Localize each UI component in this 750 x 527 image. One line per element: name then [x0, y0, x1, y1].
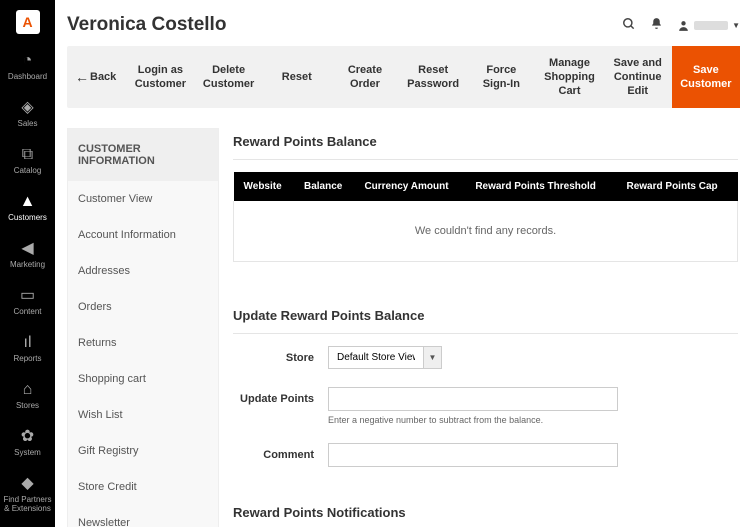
balance-table: WebsiteBalanceCurrency AmountReward Poin… [233, 172, 738, 262]
nav-icon: ▲ [2, 193, 53, 211]
nav-icon: ıl [2, 334, 53, 352]
toolbar: ← Back Login as CustomerDelete CustomerR… [67, 46, 740, 108]
page-header: Veronica Costello ▼ [67, 0, 740, 46]
sidebar-item-customer-view[interactable]: Customer View [68, 181, 218, 217]
account-menu[interactable]: ▼ [677, 19, 740, 32]
nav-label: Reports [2, 354, 53, 363]
main-panel: Reward Points Balance WebsiteBalanceCurr… [233, 128, 740, 527]
back-arrow-icon: ← [75, 69, 89, 85]
nav-icon: ◔ [2, 52, 53, 70]
nav-icon: ◀ [2, 240, 53, 258]
chevron-down-icon: ▼ [732, 21, 740, 30]
nav-label: Dashboard [2, 72, 53, 81]
app-logo[interactable]: A [16, 10, 40, 34]
section-update-title: Update Reward Points Balance [233, 302, 738, 334]
update-points-hint: Enter a negative number to subtract from… [328, 415, 738, 425]
save-customer-button[interactable]: Save Customer [672, 46, 740, 108]
nav-icon: ⧉ [2, 146, 53, 164]
user-icon [677, 19, 690, 32]
sidebar-item-wish-list[interactable]: Wish List [68, 397, 218, 433]
search-icon[interactable] [622, 17, 636, 34]
nav-label: Customers [2, 213, 53, 222]
store-label: Store [233, 346, 328, 364]
nav-label: Content [2, 307, 53, 316]
sidebar-item-orders[interactable]: Orders [68, 289, 218, 325]
nav-label: Sales [2, 119, 53, 128]
nav-item-system[interactable]: ✿ System [0, 420, 55, 467]
save-and-continue-edit-button[interactable]: Save and Continue Edit [604, 46, 672, 108]
nav-item-sales[interactable]: ◈ Sales [0, 91, 55, 138]
nav-item-content[interactable]: ▭ Content [0, 279, 55, 326]
nav-item-customers[interactable]: ▲ Customers [0, 185, 55, 232]
create-order-button[interactable]: Create Order [331, 46, 399, 108]
page-title: Veronica Costello [67, 14, 622, 36]
col-balance: Balance [294, 172, 354, 201]
main-nav: A ◔ Dashboard ◈ Sales ⧉ Catalog ▲ Customers ◀ Mar… [0, 0, 55, 527]
store-select[interactable]: ▼ [328, 346, 442, 369]
update-points-label: Update Points [233, 387, 328, 405]
nav-item-dashboard[interactable]: ◔ Dashboard [0, 44, 55, 91]
comment-input[interactable] [328, 443, 618, 467]
content: CUSTOMER INFORMATION Customer ViewAccoun… [67, 128, 740, 527]
sidebar-item-shopping-cart[interactable]: Shopping cart [68, 361, 218, 397]
nav-items: ◔ Dashboard ◈ Sales ⧉ Catalog ▲ Customers ◀ Marke… [0, 44, 55, 523]
update-points-input[interactable] [328, 387, 618, 411]
sidebar-item-store-credit[interactable]: Store Credit [68, 469, 218, 505]
notifications-icon[interactable] [650, 17, 663, 33]
nav-label: Stores [2, 401, 53, 410]
balance-empty: We couldn't find any records. [234, 201, 738, 262]
nav-icon: ✿ [2, 428, 53, 446]
section-balance-title: Reward Points Balance [233, 128, 738, 160]
nav-label: Catalog [2, 166, 53, 175]
nav-item-marketing[interactable]: ◀ Marketing [0, 232, 55, 279]
store-select-value [329, 347, 423, 368]
page: Veronica Costello ▼ ← Back Login as Cust… [55, 0, 750, 527]
username-placeholder [694, 21, 728, 30]
manage-shopping-cart-button[interactable]: Manage Shopping Cart [535, 46, 603, 108]
sidebar-item-newsletter[interactable]: Newsletter [68, 505, 218, 527]
sidebar-item-gift-registry[interactable]: Gift Registry [68, 433, 218, 469]
nav-icon: ◆ [2, 475, 53, 493]
nav-item-stores[interactable]: ⌂ Stores [0, 373, 55, 420]
customer-info-sidebar: CUSTOMER INFORMATION Customer ViewAccoun… [67, 128, 219, 527]
nav-icon: ▭ [2, 287, 53, 305]
reset-button[interactable]: Reset [263, 46, 331, 108]
nav-label: Marketing [2, 260, 53, 269]
nav-item-reports[interactable]: ıl Reports [0, 326, 55, 373]
nav-item-find-partners-extensions[interactable]: ◆ Find Partners & Extensions [0, 467, 55, 523]
login-as-customer-button[interactable]: Login as Customer [126, 46, 194, 108]
sidebar-item-returns[interactable]: Returns [68, 325, 218, 361]
comment-label: Comment [233, 443, 328, 461]
nav-icon: ⌂ [2, 381, 53, 399]
col-reward-points-threshold: Reward Points Threshold [465, 172, 616, 201]
back-button[interactable]: ← Back [67, 46, 126, 108]
sidebar-item-addresses[interactable]: Addresses [68, 253, 218, 289]
delete-customer-button[interactable]: Delete Customer [194, 46, 262, 108]
col-website: Website [234, 172, 294, 201]
col-reward-points-cap: Reward Points Cap [617, 172, 738, 201]
back-label: Back [90, 71, 116, 83]
chevron-down-icon: ▼ [423, 347, 441, 368]
col-currency-amount: Currency Amount [354, 172, 465, 201]
nav-icon: ◈ [2, 99, 53, 117]
sidebar-item-account-information[interactable]: Account Information [68, 217, 218, 253]
reset-password-button[interactable]: Reset Password [399, 46, 467, 108]
update-form: Store ▼ Update Points Enter a negative n… [233, 346, 738, 467]
nav-item-catalog[interactable]: ⧉ Catalog [0, 138, 55, 185]
nav-label: System [2, 448, 53, 457]
nav-label: Find Partners & Extensions [2, 495, 53, 513]
force-sign-in-button[interactable]: Force Sign-In [467, 46, 535, 108]
sidebar-title: CUSTOMER INFORMATION [68, 129, 218, 181]
header-icons: ▼ [622, 17, 740, 34]
section-notif-title: Reward Points Notifications [233, 499, 738, 527]
